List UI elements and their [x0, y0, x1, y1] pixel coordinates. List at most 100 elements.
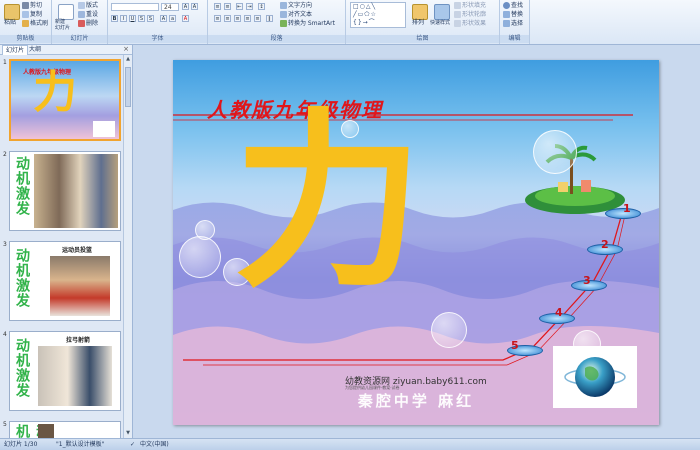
slide-thumb-4[interactable]: 动机激发 拉弓射箭 — [9, 331, 121, 411]
thumb-number: 1 — [3, 59, 7, 66]
char-spacing-button[interactable]: A — [160, 15, 167, 22]
layout-button[interactable]: 版式 — [78, 2, 98, 10]
slide-canvas[interactable]: 人教版九年级物理 力 1 2 3 4 5 幼教资源网 ziyuan.baby61… — [173, 60, 659, 425]
brush-icon — [22, 20, 29, 27]
thumb-number: 4 — [3, 331, 7, 338]
cut-button[interactable]: 剪切 — [22, 2, 42, 10]
align-left-button[interactable]: ≡ — [214, 15, 221, 22]
shadow-button[interactable]: S — [147, 15, 154, 22]
bullets-button[interactable]: ≡ — [214, 3, 221, 10]
align-text-label: 对齐文本 — [288, 11, 313, 18]
paste-button[interactable]: 粘贴 — [4, 19, 16, 27]
select-icon — [503, 20, 510, 27]
fill-icon — [454, 2, 461, 9]
replace-button[interactable]: 替换 — [503, 11, 523, 19]
pane-tabs: 幻灯片 大纲 × — [0, 45, 132, 55]
font-color-button[interactable]: A — [182, 15, 189, 22]
align-text-icon — [280, 11, 287, 18]
thumb-globe-image — [93, 121, 115, 137]
numbering-button[interactable]: ≡ — [224, 3, 231, 10]
slide-thumb-5[interactable]: 动机 — [9, 421, 121, 438]
find-button[interactable]: 查找 — [503, 2, 523, 10]
align-right-button[interactable]: ≡ — [234, 15, 241, 22]
step-number: 5 — [511, 339, 519, 352]
increase-indent-button[interactable]: ⇥ — [246, 3, 253, 10]
justify-button[interactable]: ≡ — [244, 15, 251, 22]
smartart-button[interactable]: 转换为 SmartArt — [280, 20, 335, 28]
arrange-button[interactable]: 排列 — [412, 19, 424, 27]
smartart-icon — [280, 20, 287, 27]
tab-slides[interactable]: 幻灯片 — [2, 45, 29, 55]
editing-group-label: 编辑 — [500, 35, 529, 43]
underline-button[interactable]: U — [129, 15, 136, 22]
bold-button[interactable]: B — [111, 15, 118, 22]
font-group-label: 字体 — [108, 35, 207, 43]
paste-icon — [4, 4, 20, 20]
replace-label: 替换 — [511, 11, 524, 18]
line-spacing-button[interactable]: ↕ — [258, 3, 265, 10]
smartart-label: 转换为 SmartArt — [288, 20, 335, 27]
slide-thumb-1[interactable]: 人教版九年级物理 力 — [9, 59, 121, 141]
slide-thumb-2[interactable]: 动机激发 — [9, 151, 121, 231]
change-case-button[interactable]: a — [169, 15, 176, 22]
copy-button[interactable]: 复制 — [22, 11, 42, 19]
layout-label: 版式 — [86, 2, 99, 9]
slides-group: 新建 幻灯片 版式 重设 删除 幻灯片 — [52, 0, 108, 44]
thumb-vertical-text: 动机激发 — [14, 248, 30, 308]
paragraph-group-label: 段落 — [208, 35, 345, 43]
select-label: 选择 — [511, 20, 524, 27]
thumb-athletes-photo — [34, 154, 118, 228]
check-icon: ✓ — [130, 441, 136, 448]
shape-fill-label: 形状填充 — [462, 2, 487, 9]
shape-outline-button[interactable]: 形状轮廓 — [454, 11, 486, 19]
scroll-down-icon[interactable]: ▼ — [125, 430, 131, 437]
clipboard-group-label: 剪贴板 — [0, 35, 51, 43]
strikethrough-button[interactable]: S — [138, 15, 145, 22]
thumb-caption: 拉弓射箭 — [66, 337, 91, 344]
shape-effects-button[interactable]: 形状效果 — [454, 20, 486, 28]
select-button[interactable]: 选择 — [503, 20, 523, 28]
shapes-gallery[interactable]: □○△╲ ╱▭⬠☆ {}→⌒ — [350, 2, 406, 28]
theme-name: "1_默认设计模板" — [56, 441, 105, 448]
text-direction-icon — [280, 2, 287, 9]
slide-thumb-3[interactable]: 动机激发 运动员投篮 — [9, 241, 121, 321]
tab-outline[interactable]: 大纲 — [26, 45, 44, 54]
step-number: 3 — [583, 274, 591, 287]
font-name-box[interactable] — [111, 3, 159, 11]
paragraph-group: ≡ ≡ ⇤ ⇥ ↕ ≡ ≡ ≡ ≡ ≡ ∥ 文字方向 对齐文本 转换为 Smar… — [208, 0, 346, 44]
shape-fill-button[interactable]: 形状填充 — [454, 2, 486, 10]
distributed-button[interactable]: ≡ — [254, 15, 261, 22]
new-slide-button[interactable]: 新建 幻灯片 — [55, 19, 70, 31]
text-direction-button[interactable]: 文字方向 — [280, 2, 312, 10]
font-size-box[interactable]: 24 — [161, 3, 179, 11]
columns-button[interactable]: ∥ — [266, 15, 273, 22]
reset-button[interactable]: 重设 — [78, 11, 98, 19]
decrease-indent-button[interactable]: ⇤ — [236, 3, 243, 10]
delete-button[interactable]: 删除 — [78, 20, 98, 28]
scrollbar-thumb[interactable] — [125, 67, 131, 107]
close-pane-button[interactable]: × — [123, 45, 129, 54]
quick-styles-button[interactable]: 快速样式 — [430, 19, 450, 27]
find-icon — [503, 2, 510, 9]
step-number: 2 — [601, 238, 609, 251]
italic-button[interactable]: I — [120, 15, 127, 22]
pane-scrollbar[interactable]: ▲ ▼ — [123, 55, 132, 438]
school-signature: 秦腔中学 麻红 — [357, 392, 475, 410]
grow-font-button[interactable]: A — [182, 3, 189, 10]
shape-outline-label: 形状轮廓 — [462, 11, 487, 18]
editing-group: 查找 替换 选择 编辑 — [500, 0, 530, 44]
language-indicator[interactable]: 中文(中国) — [140, 439, 169, 450]
scroll-up-icon[interactable]: ▲ — [125, 56, 131, 63]
slides-pane: 幻灯片 大纲 × 1 人教版九年级物理 力 2 动机激发 3 动机激发 运动员投… — [0, 45, 133, 438]
font-group: 24 A A B I U S S A a A 字体 — [108, 0, 208, 44]
thumb-photo — [38, 424, 54, 438]
slide-big-character[interactable]: 力 — [233, 108, 423, 298]
shrink-font-button[interactable]: A — [191, 3, 198, 10]
layout-icon — [78, 2, 85, 9]
delete-icon — [78, 20, 85, 27]
reset-icon — [78, 11, 85, 18]
align-center-button[interactable]: ≡ — [224, 15, 231, 22]
format-painter-button[interactable]: 格式刷 — [22, 20, 48, 28]
align-text-button[interactable]: 对齐文本 — [280, 11, 312, 19]
cut-label: 剪切 — [30, 2, 43, 9]
